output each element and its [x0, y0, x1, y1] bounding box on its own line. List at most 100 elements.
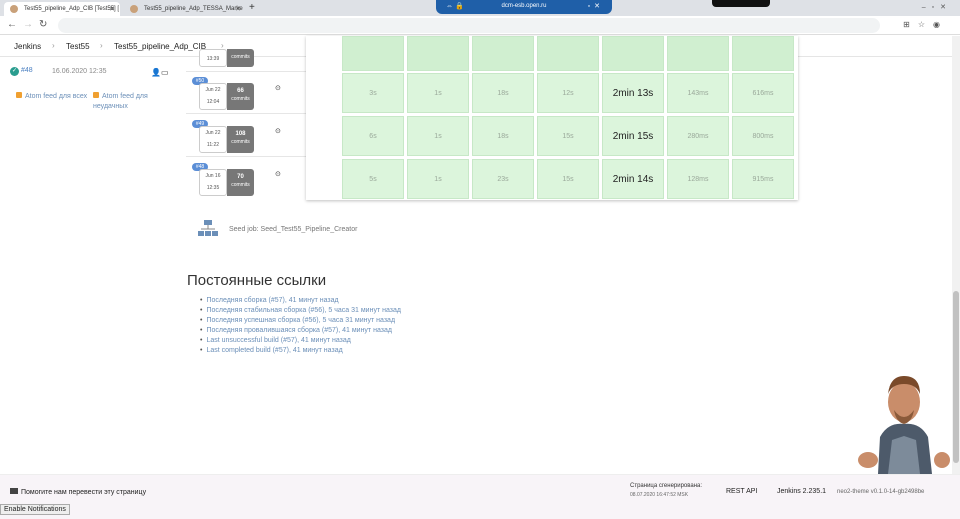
build-status-icon[interactable]: ⊙: [275, 84, 281, 92]
browser-tab-1[interactable]: Test55_pipeline_Adp_CIB [Test55] [ ✕: [4, 2, 120, 16]
reload-icon[interactable]: ↻: [39, 19, 47, 30]
atom-feed-all-label: Atom feed для всех: [25, 93, 88, 100]
stage-cell[interactable]: 800ms: [732, 116, 794, 156]
window-controls-icon[interactable]: ▫✕: [588, 2, 604, 10]
breadcrumb-folder[interactable]: Test55: [66, 42, 90, 51]
enable-notifications-button[interactable]: Enable Notifications: [0, 504, 70, 515]
stage-cell-partial[interactable]: [342, 36, 404, 71]
stage-cell[interactable]: 1s: [407, 159, 469, 199]
commits-number: 70: [237, 174, 244, 180]
atom-feed-all-link[interactable]: Atom feed для всех: [16, 92, 96, 102]
generated-label: Страница сгенерирована:: [630, 483, 703, 489]
build-status-icon[interactable]: ⊙: [275, 170, 281, 178]
permalink-text[interactable]: Last unsuccessful build (#57), 41 минут …: [206, 337, 350, 344]
remote-host: dcm-esb.open.ru: [501, 3, 547, 9]
translate-label: Помогите нам перевести эту страницу: [21, 489, 147, 496]
stage-cell[interactable]: 18s: [472, 116, 534, 156]
commits-label: commits: [231, 182, 250, 188]
stage-cell-partial[interactable]: [602, 36, 664, 71]
forward-arrow-icon[interactable]: →: [23, 19, 33, 30]
stage-cell[interactable]: 15s: [537, 159, 599, 199]
stage-cell[interactable]: 128ms: [667, 159, 729, 199]
chevron-right-icon: ›: [52, 41, 55, 50]
rss-icon: [93, 92, 99, 98]
stage-cell[interactable]: 2min 13s: [602, 73, 664, 113]
stage-cell-partial[interactable]: [537, 36, 599, 71]
stage-cell[interactable]: 6s: [342, 116, 404, 156]
commits-count[interactable]: 108 commits: [227, 126, 254, 153]
permalink-item[interactable]: Последняя сборка (#57), 41 минут назад: [200, 296, 401, 306]
permalink-item[interactable]: Последняя стабильная сборка (#56), 5 час…: [200, 306, 401, 316]
build-row-48[interactable]: #48 Jun 16 12:35 70 commits ⊙: [186, 158, 306, 200]
browser-tab-title: Test55_pipeline_Adp_CIB [Test55] [: [24, 6, 120, 12]
url-input[interactable]: [58, 18, 880, 33]
build-time: 12:35: [206, 185, 220, 191]
stage-cell[interactable]: 15s: [537, 116, 599, 156]
build-date: Jun 22: [205, 87, 221, 93]
pin-icon[interactable]: ⇔ 🔒: [446, 2, 464, 10]
scrollbar-thumb[interactable]: [953, 291, 959, 463]
stage-cell-partial[interactable]: [472, 36, 534, 71]
permalink-item[interactable]: Last unsuccessful build (#57), 41 минут …: [200, 336, 401, 346]
build-status-icon[interactable]: ⊙: [275, 127, 281, 135]
window-controls-icon[interactable]: –▫✕: [922, 3, 952, 11]
commits-count[interactable]: 70 commits: [227, 169, 254, 196]
stage-cell[interactable]: 18s: [472, 73, 534, 113]
new-tab-icon[interactable]: +: [249, 2, 255, 13]
build-row-49[interactable]: #49 Jun 22 11:22 108 commits ⊙: [186, 115, 306, 157]
stage-cell[interactable]: 12s: [537, 73, 599, 113]
build-time: 11:22: [206, 142, 220, 148]
jenkins-favicon-icon: [10, 5, 18, 13]
permalink-item[interactable]: Последняя успешная сборка (#56), 5 часа …: [200, 316, 401, 326]
stage-cell[interactable]: 2min 15s: [602, 116, 664, 156]
permalink-text[interactable]: Last completed build (#57), 41 минут наз…: [206, 347, 342, 354]
seed-job-text: Seed job: Seed_Test55_Pipeline_Creator: [229, 226, 358, 233]
remote-session-bar: ⇔ 🔒 dcm-esb.open.ru ▫✕: [436, 0, 612, 14]
page-scrollbar[interactable]: [952, 36, 960, 474]
rest-api-link[interactable]: REST API: [726, 488, 757, 495]
permalink-text[interactable]: Последняя стабильная сборка (#56), 5 час…: [206, 307, 401, 314]
stage-cell[interactable]: 616ms: [732, 73, 794, 113]
close-icon[interactable]: ✕: [109, 5, 115, 13]
permalink-item[interactable]: Последняя провалившаяся сборка (#57), 41…: [200, 326, 401, 336]
build-number-link[interactable]: #48: [21, 67, 33, 74]
jenkins-favicon-icon: [130, 5, 138, 13]
commits-number: 66: [237, 88, 244, 94]
stage-cell-partial[interactable]: [407, 36, 469, 71]
translate-link[interactable]: Помогите нам перевести эту страницу: [10, 488, 146, 496]
stage-cell[interactable]: 280ms: [667, 116, 729, 156]
build-datetime: Jun 22 11:22: [199, 126, 227, 153]
permalink-text[interactable]: Последняя успешная сборка (#56), 5 часа …: [206, 317, 395, 324]
chevron-right-icon: ›: [100, 41, 103, 50]
build-history-row[interactable]: ✓ #48: [10, 67, 33, 76]
back-arrow-icon[interactable]: ←: [7, 19, 17, 30]
commits-count[interactable]: 66 commits: [227, 83, 254, 110]
commits-number: 108: [235, 131, 246, 137]
atom-feed-failed-link[interactable]: Atom feed для неудачных: [93, 92, 163, 112]
jenkins-version-link[interactable]: Jenkins 2.235.1: [777, 488, 826, 495]
stage-cell[interactable]: 1s: [407, 116, 469, 156]
breadcrumb-jenkins[interactable]: Jenkins: [14, 42, 41, 51]
commits-label: commits: [231, 139, 250, 145]
permalink-text[interactable]: Последняя сборка (#57), 41 минут назад: [206, 297, 338, 304]
stage-cell[interactable]: 2min 14s: [602, 159, 664, 199]
stage-cell-partial[interactable]: [732, 36, 794, 71]
permalink-item[interactable]: Last completed build (#57), 41 минут наз…: [200, 346, 401, 356]
stage-cell[interactable]: 3s: [342, 73, 404, 113]
toolbar-icons[interactable]: ⊞☆◉: [903, 20, 948, 29]
commits-count[interactable]: commits: [227, 49, 254, 67]
browser-tab-2[interactable]: Test55_pipeline_Adp_TESSA_Marke ✕: [124, 2, 246, 16]
stage-cell[interactable]: 23s: [472, 159, 534, 199]
stage-cell-partial[interactable]: [667, 36, 729, 71]
stage-cell[interactable]: 1s: [407, 73, 469, 113]
permalink-text[interactable]: Последняя провалившаяся сборка (#57), 41…: [206, 327, 392, 334]
console-output-icon[interactable]: 👤▭: [151, 68, 169, 77]
browser-tab-title: Test55_pipeline_Adp_TESSA_Marke: [144, 6, 243, 12]
build-row-50[interactable]: #50 Jun 22 12:04 66 commits ⊙: [186, 72, 306, 114]
close-icon[interactable]: ✕: [235, 5, 241, 13]
stage-cell[interactable]: 5s: [342, 159, 404, 199]
stage-cell[interactable]: 915ms: [732, 159, 794, 199]
build-date: 16.06.2020 12:35: [52, 68, 107, 75]
build-date: Jun 22: [205, 130, 221, 136]
stage-cell[interactable]: 143ms: [667, 73, 729, 113]
